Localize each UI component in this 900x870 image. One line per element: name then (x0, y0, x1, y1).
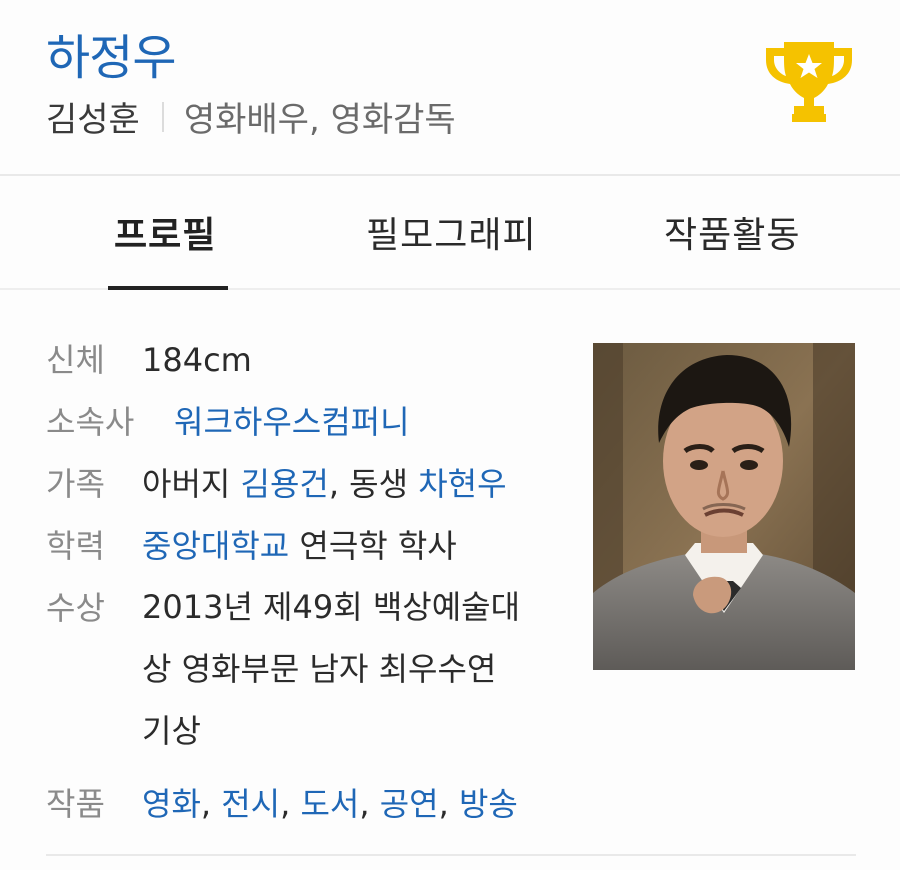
works-link-book[interactable]: 도서 (300, 785, 359, 823)
works-separator: , (280, 785, 301, 823)
tab-profile[interactable]: 프로필 (114, 206, 216, 258)
works-separator: , (359, 785, 380, 823)
school-link[interactable]: 중앙대학교 (142, 527, 289, 565)
works-link-broadcast[interactable]: 방송 (459, 785, 518, 823)
works-link-exhibition[interactable]: 전시 (221, 785, 280, 823)
occupation: 영화배우, 영화감독 (183, 100, 456, 140)
value-education: 중앙대학교 연극학 학사 (142, 526, 457, 566)
label-works: 작품 (46, 785, 105, 823)
tab-filmography[interactable]: 필모그래피 (366, 206, 537, 258)
works-separator: , (200, 785, 222, 823)
info-row-body: 신체 184cm (46, 340, 566, 380)
award-line-1: 2013년 제49회 백상예술대 (142, 588, 521, 626)
label-body: 신체 (46, 341, 105, 379)
agency-link[interactable]: 워크하우스컴퍼니 (174, 402, 410, 442)
value-family: 아버지 김용건, 동생 차현우 (142, 464, 507, 504)
family-relation-father: 아버지 (142, 465, 241, 503)
brother-link[interactable]: 차현우 (418, 465, 506, 503)
person-name[interactable]: 하정우 (46, 18, 176, 88)
label-agency: 소속사 (46, 403, 135, 441)
bottom-divider (46, 854, 856, 856)
award-line-3: 기상 (142, 712, 201, 750)
info-row-education: 학력 중앙대학교 연극학 학사 (46, 526, 566, 566)
tab-bar: 프로필 필모그래피 작품활동 (0, 176, 900, 288)
info-row-works: 작품 영화, 전시, 도서, 공연, 방송 (46, 784, 566, 824)
education-detail: 연극학 학사 (289, 527, 457, 565)
active-tab-indicator (108, 286, 228, 290)
info-row-agency: 소속사 워크하우스컴퍼니 (46, 402, 566, 442)
label-education: 학력 (46, 527, 105, 565)
tab-activities[interactable]: 작품활동 (664, 206, 800, 258)
person-subline: 김성훈 영화배우, 영화감독 (46, 92, 456, 141)
label-family: 가족 (46, 465, 105, 503)
profile-photo[interactable] (593, 343, 855, 670)
award-line-2: 상 영화부문 남자 최우수연 (142, 650, 497, 688)
info-row-award: 수상 2013년 제49회 백상예술대 상 영화부문 남자 최우수연 기상 (46, 588, 566, 762)
family-relation-brother: , 동생 (328, 465, 419, 503)
trophy-icon[interactable] (762, 38, 856, 124)
works-link-movie[interactable]: 영화 (142, 785, 201, 823)
works-separator: , (438, 785, 459, 823)
profile-info: 신체 184cm 소속사 워크하우스컴퍼니 가족 아버지 김용건, 동생 차현우… (46, 340, 566, 846)
value-body: 184cm (142, 341, 252, 379)
works-link-performance[interactable]: 공연 (380, 785, 439, 823)
real-name: 김성훈 (46, 100, 140, 140)
info-row-family: 가족 아버지 김용건, 동생 차현우 (46, 464, 566, 504)
father-link[interactable]: 김용건 (241, 465, 329, 503)
label-award: 수상 (46, 589, 105, 627)
divider (161, 101, 164, 132)
value-works: 영화, 전시, 도서, 공연, 방송 (142, 784, 518, 824)
profile-header: 하정우 김성훈 영화배우, 영화감독 (0, 0, 900, 174)
value-award: 2013년 제49회 백상예술대 상 영화부문 남자 최우수연 기상 (142, 576, 520, 762)
